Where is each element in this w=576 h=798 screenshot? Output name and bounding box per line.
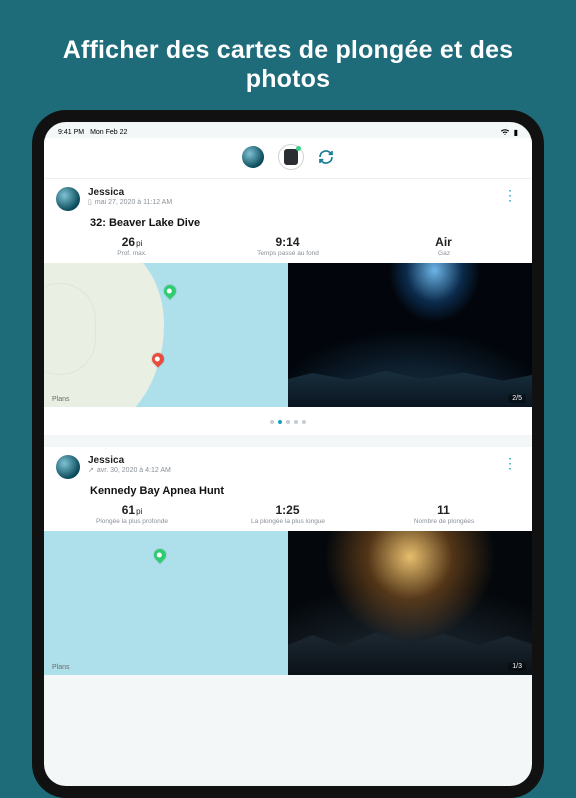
- photo-counter: 2/5: [508, 394, 526, 403]
- map-pin-start-icon[interactable]: [152, 547, 169, 564]
- more-vertical-icon[interactable]: ⋮: [499, 187, 520, 203]
- device-watch-button[interactable]: [278, 144, 304, 170]
- map-attribution: Plans: [50, 664, 70, 671]
- status-bar: 9:41 PM Mon Feb 22 ▮: [44, 122, 532, 138]
- stat-longest-dive: 1:25 La plongée la plus longue: [210, 503, 366, 525]
- tablet-frame: 9:41 PM Mon Feb 22 ▮ Jessica: [32, 110, 544, 798]
- dive-card[interactable]: Jessica ▯ mai 27, 2020 à 11:12 AM ⋮ 32: …: [44, 179, 532, 435]
- photo-pane[interactable]: 1/3: [288, 531, 532, 675]
- top-nav: [44, 138, 532, 179]
- stats-row: 61pi Plongée la plus profonde 1:25 La pl…: [44, 503, 532, 531]
- user-avatar[interactable]: [56, 455, 80, 479]
- screen: 9:41 PM Mon Feb 22 ▮ Jessica: [44, 122, 532, 786]
- freedive-icon: ↗: [88, 466, 94, 474]
- stat-gas: Air Gaz: [366, 235, 522, 257]
- status-right: ▮: [500, 128, 518, 137]
- datetime: ↗ avr. 30, 2020 à 4:12 AM: [88, 466, 499, 474]
- map-attribution: Plans: [50, 396, 70, 403]
- media-row[interactable]: Plans 2/5: [44, 263, 532, 407]
- username: Jessica: [88, 455, 499, 466]
- dive-photo: [288, 531, 532, 675]
- feed[interactable]: Jessica ▯ mai 27, 2020 à 11:12 AM ⋮ 32: …: [44, 179, 532, 786]
- promo-title: Afficher des cartes de plongée et des ph…: [0, 0, 576, 94]
- status-time: 9:41 PM: [58, 129, 84, 136]
- map-pane[interactable]: Plans: [44, 531, 288, 675]
- user-avatar[interactable]: [56, 187, 80, 211]
- dive-photo: [288, 263, 532, 407]
- dive-title: Kennedy Bay Apnea Hunt: [44, 479, 532, 503]
- battery-icon: ▮: [514, 128, 518, 137]
- stat-bottom-time: 9:14 Temps passé au fond: [210, 235, 366, 257]
- pagination-dots[interactable]: [44, 407, 532, 435]
- status-date: Mon Feb 22: [90, 129, 127, 136]
- media-row[interactable]: Plans 1/3: [44, 531, 532, 675]
- datetime: ▯ mai 27, 2020 à 11:12 AM: [88, 198, 499, 206]
- photo-counter: 1/3: [508, 662, 526, 671]
- profile-avatar-button[interactable]: [242, 146, 264, 168]
- dive-card[interactable]: Jessica ↗ avr. 30, 2020 à 4:12 AM ⋮ Kenn…: [44, 447, 532, 675]
- photo-pane[interactable]: 2/5: [288, 263, 532, 407]
- stat-dive-count: 11 Nombre de plongées: [366, 503, 522, 525]
- map-pane[interactable]: Plans: [44, 263, 288, 407]
- stat-max-depth: 26pi Prof. max.: [54, 235, 210, 257]
- tank-icon: ▯: [88, 198, 92, 206]
- stat-deepest-dive: 61pi Plongée la plus profonde: [54, 503, 210, 525]
- wifi-icon: [500, 128, 510, 136]
- username: Jessica: [88, 187, 499, 198]
- map-pin-start-icon[interactable]: [162, 283, 179, 300]
- more-vertical-icon[interactable]: ⋮: [499, 455, 520, 471]
- dive-title: 32: Beaver Lake Dive: [44, 211, 532, 235]
- stats-row: 26pi Prof. max. 9:14 Temps passé au fond…: [44, 235, 532, 263]
- sync-icon[interactable]: [318, 149, 334, 165]
